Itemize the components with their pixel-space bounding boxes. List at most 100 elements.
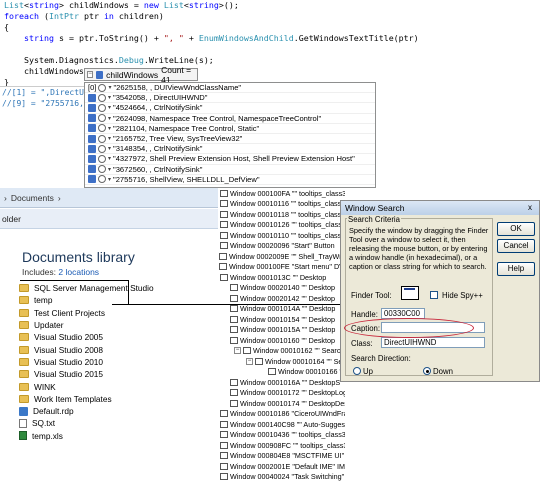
tree-item[interactable]: Window 0002001E "Default IME" IME xyxy=(220,461,345,472)
collapse-icon[interactable]: − xyxy=(87,71,94,78)
window-icon xyxy=(230,378,238,386)
tree-item[interactable]: Window 00040024 "Task Switching" TaskSwi… xyxy=(220,472,345,483)
magnifier-icon[interactable] xyxy=(98,93,106,102)
chevron-down-icon[interactable]: ▾ xyxy=(108,125,111,132)
dialog-titlebar[interactable]: Window Search x xyxy=(341,201,539,215)
magnifier-icon[interactable] xyxy=(98,175,106,184)
up-label: Up xyxy=(363,367,373,376)
datatip-row[interactable]: ▾ "2821104, Namespace Tree Control, Stati… xyxy=(85,124,375,134)
finder-tool-icon[interactable] xyxy=(401,286,419,300)
magnifier-icon[interactable] xyxy=(98,124,106,133)
tree-item[interactable]: Window 000100FA "" tooltips_class32 xyxy=(220,188,345,199)
folder-icon xyxy=(19,333,29,342)
cancel-button[interactable]: Cancel xyxy=(497,239,535,253)
datatip-row[interactable]: ▾ "4524664, , CtrlNotifySink" xyxy=(85,103,375,114)
code-editor[interactable]: List<string> childWindows = new List<str… xyxy=(0,0,540,87)
list-item[interactable]: Test Client Projects xyxy=(19,307,218,319)
magnifier-icon[interactable] xyxy=(98,103,106,112)
chevron-down-icon[interactable]: ▾ xyxy=(108,145,111,152)
tree-item[interactable]: Window 00020142 "" Desktop xyxy=(230,293,335,304)
list-item[interactable]: Visual Studio 2008 xyxy=(19,343,218,355)
folder-bar[interactable]: older xyxy=(0,209,218,229)
locations-link[interactable]: 2 locations xyxy=(58,267,99,277)
group-label: Search Criteria xyxy=(347,215,401,224)
list-item[interactable]: temp.xls xyxy=(19,430,218,442)
chevron-down-icon[interactable]: ▾ xyxy=(108,115,111,122)
tree-item[interactable]: Window 00010110 "" tooltips_class32 xyxy=(220,230,345,241)
datatip-header[interactable]: − childWindows Count = 41 xyxy=(84,65,198,85)
chevron-down-icon[interactable]: ▾ xyxy=(108,155,111,162)
tree-item[interactable]: Window 000804E8 "MSCTFIME UI" MSCTFIME U… xyxy=(220,451,345,462)
tree-item[interactable]: Window 000140C98 "" Auto-Suggest Dropdow… xyxy=(220,419,345,430)
chevron-down-icon[interactable]: ▾ xyxy=(108,176,111,183)
tree-item[interactable]: Window 0001016A "" DesktopS xyxy=(230,377,340,388)
folder-icon xyxy=(19,382,29,391)
collapse-icon[interactable]: − xyxy=(246,357,253,365)
list-item[interactable]: Visual Studio 2010 xyxy=(19,356,218,368)
excel-file-icon xyxy=(19,431,27,441)
tree-item[interactable]: Window 0001013C "" Desktop xyxy=(220,272,326,283)
magnifier-icon[interactable] xyxy=(98,154,106,163)
file-list: SQL Server Management Studio temp Test C… xyxy=(19,282,218,442)
watch-line: //[9] = "2755716, S xyxy=(2,99,84,108)
datatip-row[interactable]: ▾ "4327972, Shell Preview Extension Host,… xyxy=(85,154,375,165)
magnifier-icon[interactable] xyxy=(98,134,106,143)
variable-icon xyxy=(88,124,96,133)
ok-button[interactable]: OK xyxy=(497,222,535,236)
help-button[interactable]: Help xyxy=(497,262,535,276)
list-item[interactable]: Visual Studio 2005 xyxy=(19,331,218,343)
magnifier-icon[interactable] xyxy=(98,83,107,92)
datatip-row[interactable]: [0] ▾ "2625158, , DUIViewWndClassName" xyxy=(85,83,375,94)
datatip-row[interactable]: ▾ "3672560, , CtrlNotifySink" xyxy=(85,165,375,175)
tree-item[interactable]: − Window 00010162 "" Search xyxy=(234,346,344,357)
window-tree[interactable]: Window 000100FA "" tooltips_class32 Wind… xyxy=(218,188,345,486)
tree-item[interactable]: Window 00010126 "" tooltips_class32 xyxy=(220,220,345,231)
list-item[interactable]: Work Item Templates xyxy=(19,393,218,405)
list-item[interactable]: Visual Studio 2015 xyxy=(19,368,218,380)
datatip-row[interactable]: ▾ "3148354, , CtrlNotifySink" xyxy=(85,144,375,155)
tree-item[interactable]: Window 0001014A "" Desktop xyxy=(230,304,335,315)
magnifier-icon[interactable] xyxy=(98,165,106,174)
hide-spy-checkbox[interactable] xyxy=(430,291,438,299)
down-radio[interactable] xyxy=(423,367,431,375)
chevron-down-icon[interactable]: ▾ xyxy=(108,94,111,101)
tree-item[interactable]: Window 00010172 "" DesktopLogoffPane xyxy=(230,388,345,399)
magnifier-icon[interactable] xyxy=(98,144,106,153)
list-item[interactable]: Updater xyxy=(19,319,218,331)
list-item[interactable]: SQL Server Management Studio xyxy=(19,282,218,294)
tree-item[interactable]: Window 00010154 "" Desktop xyxy=(230,314,335,325)
tree-item[interactable]: Window 00010160 "" Desktop xyxy=(230,335,335,346)
datatip-row[interactable]: ▾ "2755716, ShellView, SHELLDLL_DefView" xyxy=(85,175,375,185)
up-radio[interactable] xyxy=(353,367,361,375)
datatip-row[interactable]: ▾ "2624098, Namespace Tree Control, Names… xyxy=(85,114,375,124)
tree-item[interactable]: Window 0001015A "" Desktop xyxy=(230,325,335,336)
tree-item[interactable]: Window 000908FC "" tooltips_class32 xyxy=(220,440,345,451)
chevron-down-icon[interactable]: ▾ xyxy=(108,135,111,142)
list-item[interactable]: Default.rdp xyxy=(19,405,218,417)
chevron-down-icon[interactable]: ▾ xyxy=(108,166,111,173)
chevron-down-icon[interactable]: ▾ xyxy=(108,84,111,91)
list-item[interactable]: SQ.txt xyxy=(19,417,218,429)
tree-item[interactable]: Window 00010118 "" tooltips_class32 xyxy=(220,209,345,220)
tree-item[interactable]: Window 00020096 "Start" Button xyxy=(220,241,335,252)
datatip-row[interactable]: ▾ "2165752, Tree View, SysTreeView32" xyxy=(85,134,375,145)
datatip-row[interactable]: ▾ "3542058, , DirectUIHWND" xyxy=(85,93,375,104)
list-item[interactable]: WINK xyxy=(19,380,218,392)
address-bar[interactable]: › Documents › xyxy=(0,188,218,208)
chevron-down-icon[interactable]: ▾ xyxy=(108,104,111,111)
tree-item[interactable]: Window 00010166 "" Se xyxy=(268,367,345,378)
magnifier-icon[interactable] xyxy=(98,114,106,123)
tree-item[interactable]: Window 00020140 "" Desktop xyxy=(230,283,335,294)
tree-item[interactable]: Window 00010174 "" DesktopDestinationLis… xyxy=(230,398,345,409)
tree-item[interactable]: Window 00010116 "" tooltips_class32 xyxy=(220,199,345,210)
datatip-list[interactable]: [0] ▾ "2625158, , DUIViewWndClassName" ▾ "3… xyxy=(84,82,376,188)
tree-item[interactable]: Window 00010186 "CiceroUIWndFrame" Cicer… xyxy=(220,409,345,420)
tree-item[interactable]: −Window 00010164 "" Search xyxy=(246,356,345,367)
tree-item[interactable]: +Window 0002009E "" Shell_TrayWnd xyxy=(218,251,345,262)
breadcrumb[interactable]: Documents xyxy=(11,193,54,203)
tree-item[interactable]: Window 00010436 "" tooltips_class32 xyxy=(220,430,345,441)
class-field[interactable]: DirectUIHWND xyxy=(381,337,485,348)
collapse-icon[interactable]: − xyxy=(234,347,241,355)
close-icon[interactable]: x xyxy=(523,203,537,214)
tree-item[interactable]: −Window 000100FE "Start menu" DV2 xyxy=(218,262,345,273)
